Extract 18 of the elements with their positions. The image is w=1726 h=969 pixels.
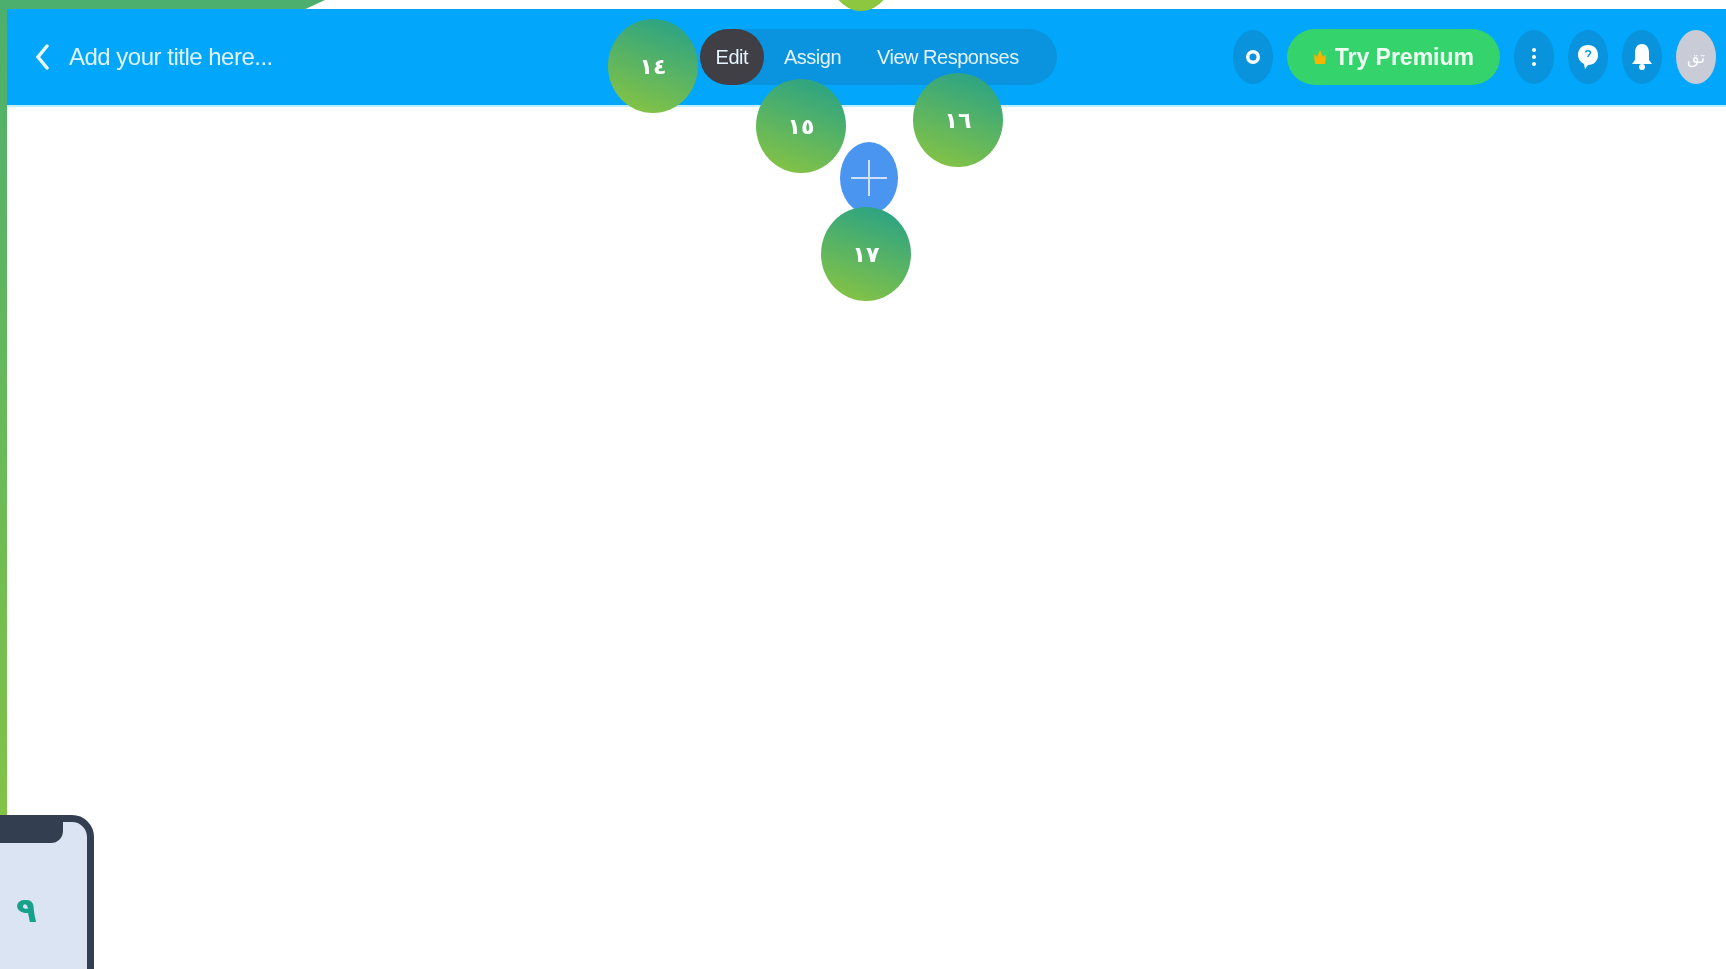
step-number: ٩ (16, 890, 37, 930)
help-icon (1577, 44, 1599, 70)
tab[interactable]: View Responses (861, 42, 1035, 72)
eye-icon (1243, 48, 1262, 66)
step-marker: ١٦ (913, 73, 1003, 167)
step-marker: ١٥ (756, 79, 846, 173)
tab[interactable]: Assign (768, 42, 858, 72)
premium-button[interactable]: Try Premium (1286, 29, 1500, 85)
title-field[interactable]: Add your title here... (67, 42, 371, 72)
notifications-button[interactable] (1622, 30, 1662, 84)
crown-icon (1312, 49, 1327, 65)
help-button[interactable] (1568, 30, 1608, 84)
step-marker: ١٧ (821, 207, 911, 301)
bell-icon (1631, 43, 1653, 71)
more-icon (1532, 48, 1536, 66)
plus-icon (849, 158, 889, 198)
tab[interactable]: Edit (699, 29, 764, 85)
back-icon[interactable] (35, 44, 49, 70)
